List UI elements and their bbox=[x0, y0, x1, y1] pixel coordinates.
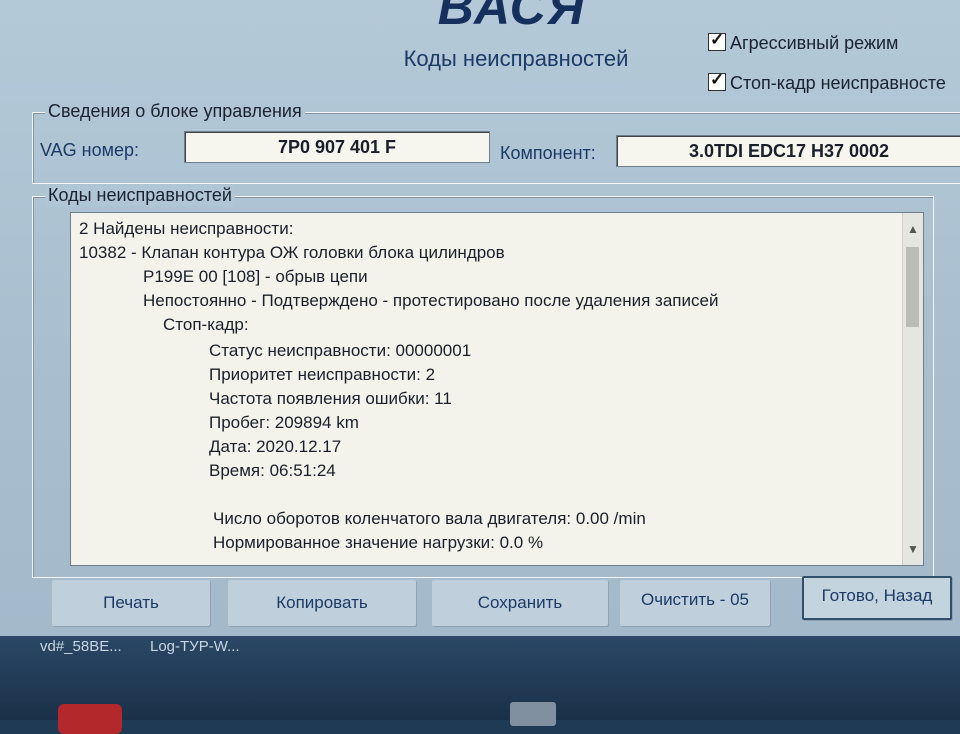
done-back-button[interactable]: Готово, Назад bbox=[802, 576, 952, 620]
taskbar-item[interactable]: vd#_58BE... bbox=[40, 638, 122, 655]
taskbar-item[interactable]: Log-ТУР-W... bbox=[150, 638, 240, 655]
log-line: Приоритет неисправности: 2 bbox=[209, 365, 436, 384]
freeze-frame-checkbox[interactable]: Стоп-кадр неисправносте bbox=[708, 70, 946, 94]
vcds-fault-codes-window: ВАСЯ Коды неисправностей Агрессивный реж… bbox=[0, 0, 960, 636]
aggressive-mode-label: Агрессивный режим bbox=[730, 33, 899, 53]
page-title: Коды неисправностей bbox=[403, 46, 629, 71]
chevron-up-icon[interactable]: ▲ bbox=[903, 219, 923, 239]
log-line: Время: 06:51:24 bbox=[209, 461, 336, 480]
log-scrollbar[interactable]: ▲ ▼ bbox=[902, 213, 923, 565]
log-line: Частота появления ошибки: 11 bbox=[209, 389, 452, 408]
log-line: Пробег: 209894 km bbox=[209, 413, 359, 432]
component-label: Компонент: bbox=[500, 143, 596, 163]
app-logo: ВАСЯ bbox=[437, 0, 587, 35]
scrollbar-thumb[interactable] bbox=[906, 247, 919, 327]
checkmark-icon[interactable] bbox=[708, 70, 726, 91]
log-line: 10382 - Клапан контура ОЖ головки блока … bbox=[79, 243, 505, 262]
aggressive-mode-checkbox[interactable]: Агрессивный режим bbox=[708, 30, 899, 54]
app-icon[interactable] bbox=[510, 702, 556, 726]
fault-codes-legend: Коды неисправностей bbox=[45, 185, 235, 206]
log-line: Стоп-кадр: bbox=[163, 315, 249, 334]
component-field[interactable]: 3.0TDI EDC17 H37 0002 bbox=[616, 135, 960, 167]
log-line: Непостоянно - Подтверждено - протестиров… bbox=[143, 291, 719, 310]
log-line: Нормированное значение нагрузки: 0.0 % bbox=[213, 533, 544, 552]
taskbar: vd#_58BE... Log-ТУР-W... bbox=[0, 636, 960, 720]
log-line: P199E 00 [108] - обрыв цепи bbox=[143, 267, 368, 286]
freeze-frame-label: Стоп-кадр неисправносте bbox=[730, 73, 946, 93]
log-line: 2 Найдены неисправности: bbox=[79, 219, 294, 238]
vag-number-label: VAG номер: bbox=[40, 140, 140, 160]
chevron-down-icon[interactable]: ▼ bbox=[903, 539, 923, 559]
ecu-info-legend: Сведения о блоке управления bbox=[45, 101, 305, 122]
clear-codes-button[interactable]: Очистить - 05 bbox=[620, 580, 770, 626]
checkmark-icon[interactable] bbox=[708, 30, 726, 51]
print-button[interactable]: Печать bbox=[52, 580, 210, 626]
log-line: Дата: 2020.12.17 bbox=[209, 437, 342, 456]
log-line: Число оборотов коленчатого вала двигател… bbox=[213, 509, 646, 528]
save-button[interactable]: Сохранить bbox=[432, 580, 608, 626]
log-line: Статус неисправности: 00000001 bbox=[209, 341, 472, 360]
copy-button[interactable]: Копировать bbox=[228, 580, 416, 626]
vag-number-field[interactable]: 7P0 907 401 F bbox=[184, 131, 490, 163]
app-icon[interactable] bbox=[58, 704, 122, 734]
fault-codes-textbox[interactable]: 2 Найдены неисправности: 10382 - Клапан … bbox=[70, 212, 924, 566]
